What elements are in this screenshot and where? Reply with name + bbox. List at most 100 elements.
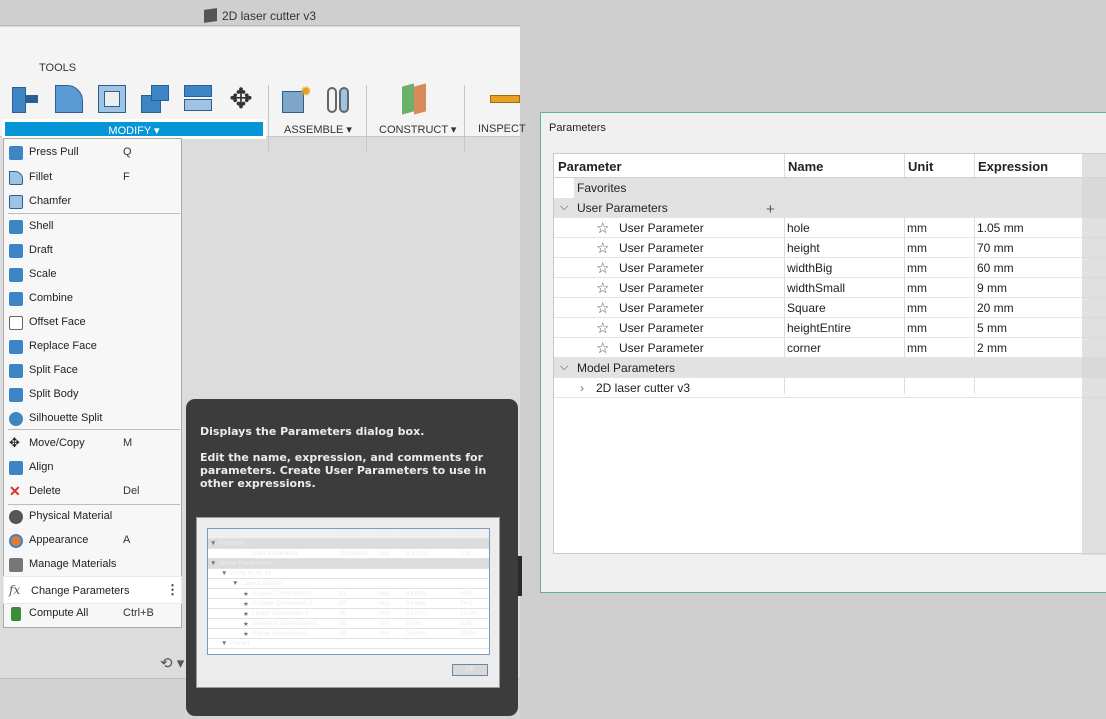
parameter-expression[interactable]: 9 mm (977, 281, 1007, 295)
user-parameter-row[interactable]: ☆ User Parameter widthSmall mm 9 mm (554, 278, 1106, 298)
header-expression[interactable]: Expression (978, 159, 1048, 174)
menu-item-fillet[interactable]: Fillet F (4, 167, 181, 189)
menu-item-physical-material[interactable]: Physical Material (4, 506, 181, 528)
joint-tool-icon[interactable] (323, 83, 355, 115)
measure-tool-icon[interactable] (488, 83, 520, 115)
replace-face-icon (9, 340, 23, 354)
parameter-name[interactable]: heightEntire (787, 321, 851, 335)
preview-row: ★ Diameter Dimension-2 d6 mm 5 mm 5.00 (208, 619, 489, 629)
document-title-text: 2D laser cutter v3 (221, 9, 317, 23)
modify-menu-button[interactable]: MODIFY ▾ (3, 120, 265, 138)
favorite-star-icon[interactable]: ☆ (596, 241, 609, 257)
menu-item-scale[interactable]: Scale (4, 264, 181, 286)
header-name[interactable]: Name (788, 159, 823, 174)
header-parameter[interactable]: Parameter (558, 159, 622, 174)
toolbar: TOOLS ✥ ✹ MODIFY ▾ ASSEMBLE ▾ CONSTRUCT … (0, 27, 526, 151)
model-parameters-group-row[interactable]: ⌵ Model Parameters (554, 358, 1106, 378)
favorite-star-icon[interactable]: ☆ (596, 321, 609, 337)
parameter-label: User Parameter (619, 221, 704, 235)
chamfer-icon (9, 195, 23, 209)
user-parameter-row[interactable]: ☆ User Parameter hole mm 1.05 mm (554, 218, 1106, 238)
parameter-name[interactable]: corner (787, 341, 821, 355)
parameter-expression[interactable]: 2 mm (977, 341, 1007, 355)
tooltip-preview-image: Parameter Name Unit Expression Value ▼ Fa… (196, 517, 500, 688)
physical-material-icon (9, 510, 23, 524)
parameter-expression[interactable]: 1.05 mm (977, 221, 1024, 235)
parameter-unit: mm (907, 241, 927, 255)
menu-item-split-body[interactable]: Split Body (4, 384, 181, 406)
move-tool-icon[interactable]: ✥ (225, 83, 257, 115)
menu-item-silhouette-split[interactable]: Silhouette Split (4, 408, 181, 430)
add-user-parameter-icon[interactable]: + (766, 201, 775, 218)
combine-icon (9, 292, 23, 306)
parameter-expression[interactable]: 70 mm (977, 241, 1014, 255)
menu-item-delete[interactable]: ✕ Delete Del (4, 481, 181, 503)
document-title: 2D laser cutter v3 (0, 8, 520, 23)
chamfer-tool-icon[interactable] (96, 83, 128, 115)
menu-separator (8, 429, 180, 430)
user-parameter-row[interactable]: ☆ User Parameter corner mm 2 mm (554, 338, 1106, 358)
combine-tool-icon[interactable] (139, 83, 171, 115)
user-parameter-row[interactable]: ☆ User Parameter widthBig mm 60 mm (554, 258, 1106, 278)
more-vertical-icon[interactable]: ⋮ (166, 582, 179, 598)
parameter-name[interactable]: widthBig (787, 261, 832, 275)
user-parameter-row[interactable]: ☆ User Parameter heightEntire mm 5 mm (554, 318, 1106, 338)
favorite-star-icon[interactable]: ☆ (596, 341, 609, 357)
user-parameters-group-row[interactable]: ⌵ User Parameters + (554, 198, 1106, 218)
chevron-down-icon[interactable]: ⌵ (560, 201, 568, 214)
parameter-expression[interactable]: 60 mm (977, 261, 1014, 275)
menu-item-appearance[interactable]: Appearance A (4, 530, 181, 552)
parameter-expression[interactable]: 20 mm (977, 301, 1014, 315)
chevron-down-icon[interactable]: ⌵ (560, 361, 568, 374)
favorite-star-icon[interactable]: ☆ (596, 261, 609, 277)
assemble-menu-button[interactable]: ASSEMBLE ▾ (284, 123, 352, 136)
appearance-icon (9, 534, 23, 548)
menu-item-draft[interactable]: Draft (4, 240, 181, 262)
parameter-unit: mm (907, 281, 927, 295)
menu-item-manage-materials[interactable]: Manage Materials (4, 554, 181, 576)
inspect-menu-button[interactable]: INSPECT (478, 123, 526, 135)
menu-item-compute-all[interactable]: Compute All Ctrl+B (4, 603, 181, 625)
parameter-unit: mm (907, 341, 927, 355)
chevron-right-icon[interactable]: › (580, 381, 584, 395)
parameters-dialog: Parameters Parameter Name Unit Expressio… (540, 112, 1106, 593)
preview-parameters-table: Parameter Name Unit Expression Value ▼ Fa… (207, 528, 490, 655)
shell-tool-icon[interactable] (182, 83, 214, 115)
menu-item-press-pull[interactable]: Press Pull Q (4, 142, 181, 164)
preview-ok-button: OK (452, 664, 488, 676)
menu-item-replace-face[interactable]: Replace Face (4, 336, 181, 358)
preview-row: ▼ Layout Sketch (208, 579, 489, 589)
favorite-star-icon[interactable]: ☆ (596, 301, 609, 317)
user-parameter-row[interactable]: ☆ User Parameter height mm 70 mm (554, 238, 1106, 258)
fillet-tool-icon[interactable] (53, 83, 85, 115)
menu-item-change-parameters[interactable]: fx Change Parameters ⋮ (4, 577, 181, 603)
user-parameter-row[interactable]: ☆ User Parameter Square mm 20 mm (554, 298, 1106, 318)
menu-item-shell[interactable]: Shell (4, 216, 181, 238)
tooltip-description: Edit the name, expression, and comments … (200, 451, 487, 490)
favorite-star-icon[interactable]: ☆ (596, 281, 609, 297)
split-face-icon (9, 364, 23, 378)
menu-item-chamfer[interactable]: Chamfer (4, 191, 181, 213)
draft-icon (9, 244, 23, 258)
menu-item-combine[interactable]: Combine (4, 288, 181, 310)
header-unit[interactable]: Unit (908, 159, 933, 174)
menu-item-move-copy[interactable]: ✥ Move/Copy M (4, 433, 181, 455)
menu-item-align[interactable]: Align (4, 457, 181, 479)
favorites-row[interactable]: Favorites (574, 178, 1106, 198)
construct-menu-button[interactable]: CONSTRUCT ▾ (379, 123, 456, 136)
parameter-name[interactable]: height (787, 241, 820, 255)
menu-item-offset-face[interactable]: Offset Face (4, 312, 181, 334)
tooltip-title: Displays the Parameters dialog box. (200, 425, 425, 438)
parameter-name[interactable]: Square (787, 301, 826, 315)
modify-dropdown-menu: Press Pull Q Fillet F Chamfer Shell Draft … (3, 138, 182, 628)
model-component-row[interactable]: › 2D laser cutter v3 (554, 378, 1106, 398)
parameter-name[interactable]: widthSmall (787, 281, 845, 295)
offset-face-icon (9, 316, 23, 330)
menu-item-split-face[interactable]: Split Face (4, 360, 181, 382)
parameter-expression[interactable]: 5 mm (977, 321, 1007, 335)
press-pull-tool-icon[interactable] (10, 83, 42, 115)
favorite-star-icon[interactable]: ☆ (596, 221, 609, 237)
offset-plane-tool-icon[interactable] (398, 83, 430, 115)
parameter-name[interactable]: hole (787, 221, 810, 235)
new-component-tool-icon[interactable]: ✹ (280, 83, 312, 115)
